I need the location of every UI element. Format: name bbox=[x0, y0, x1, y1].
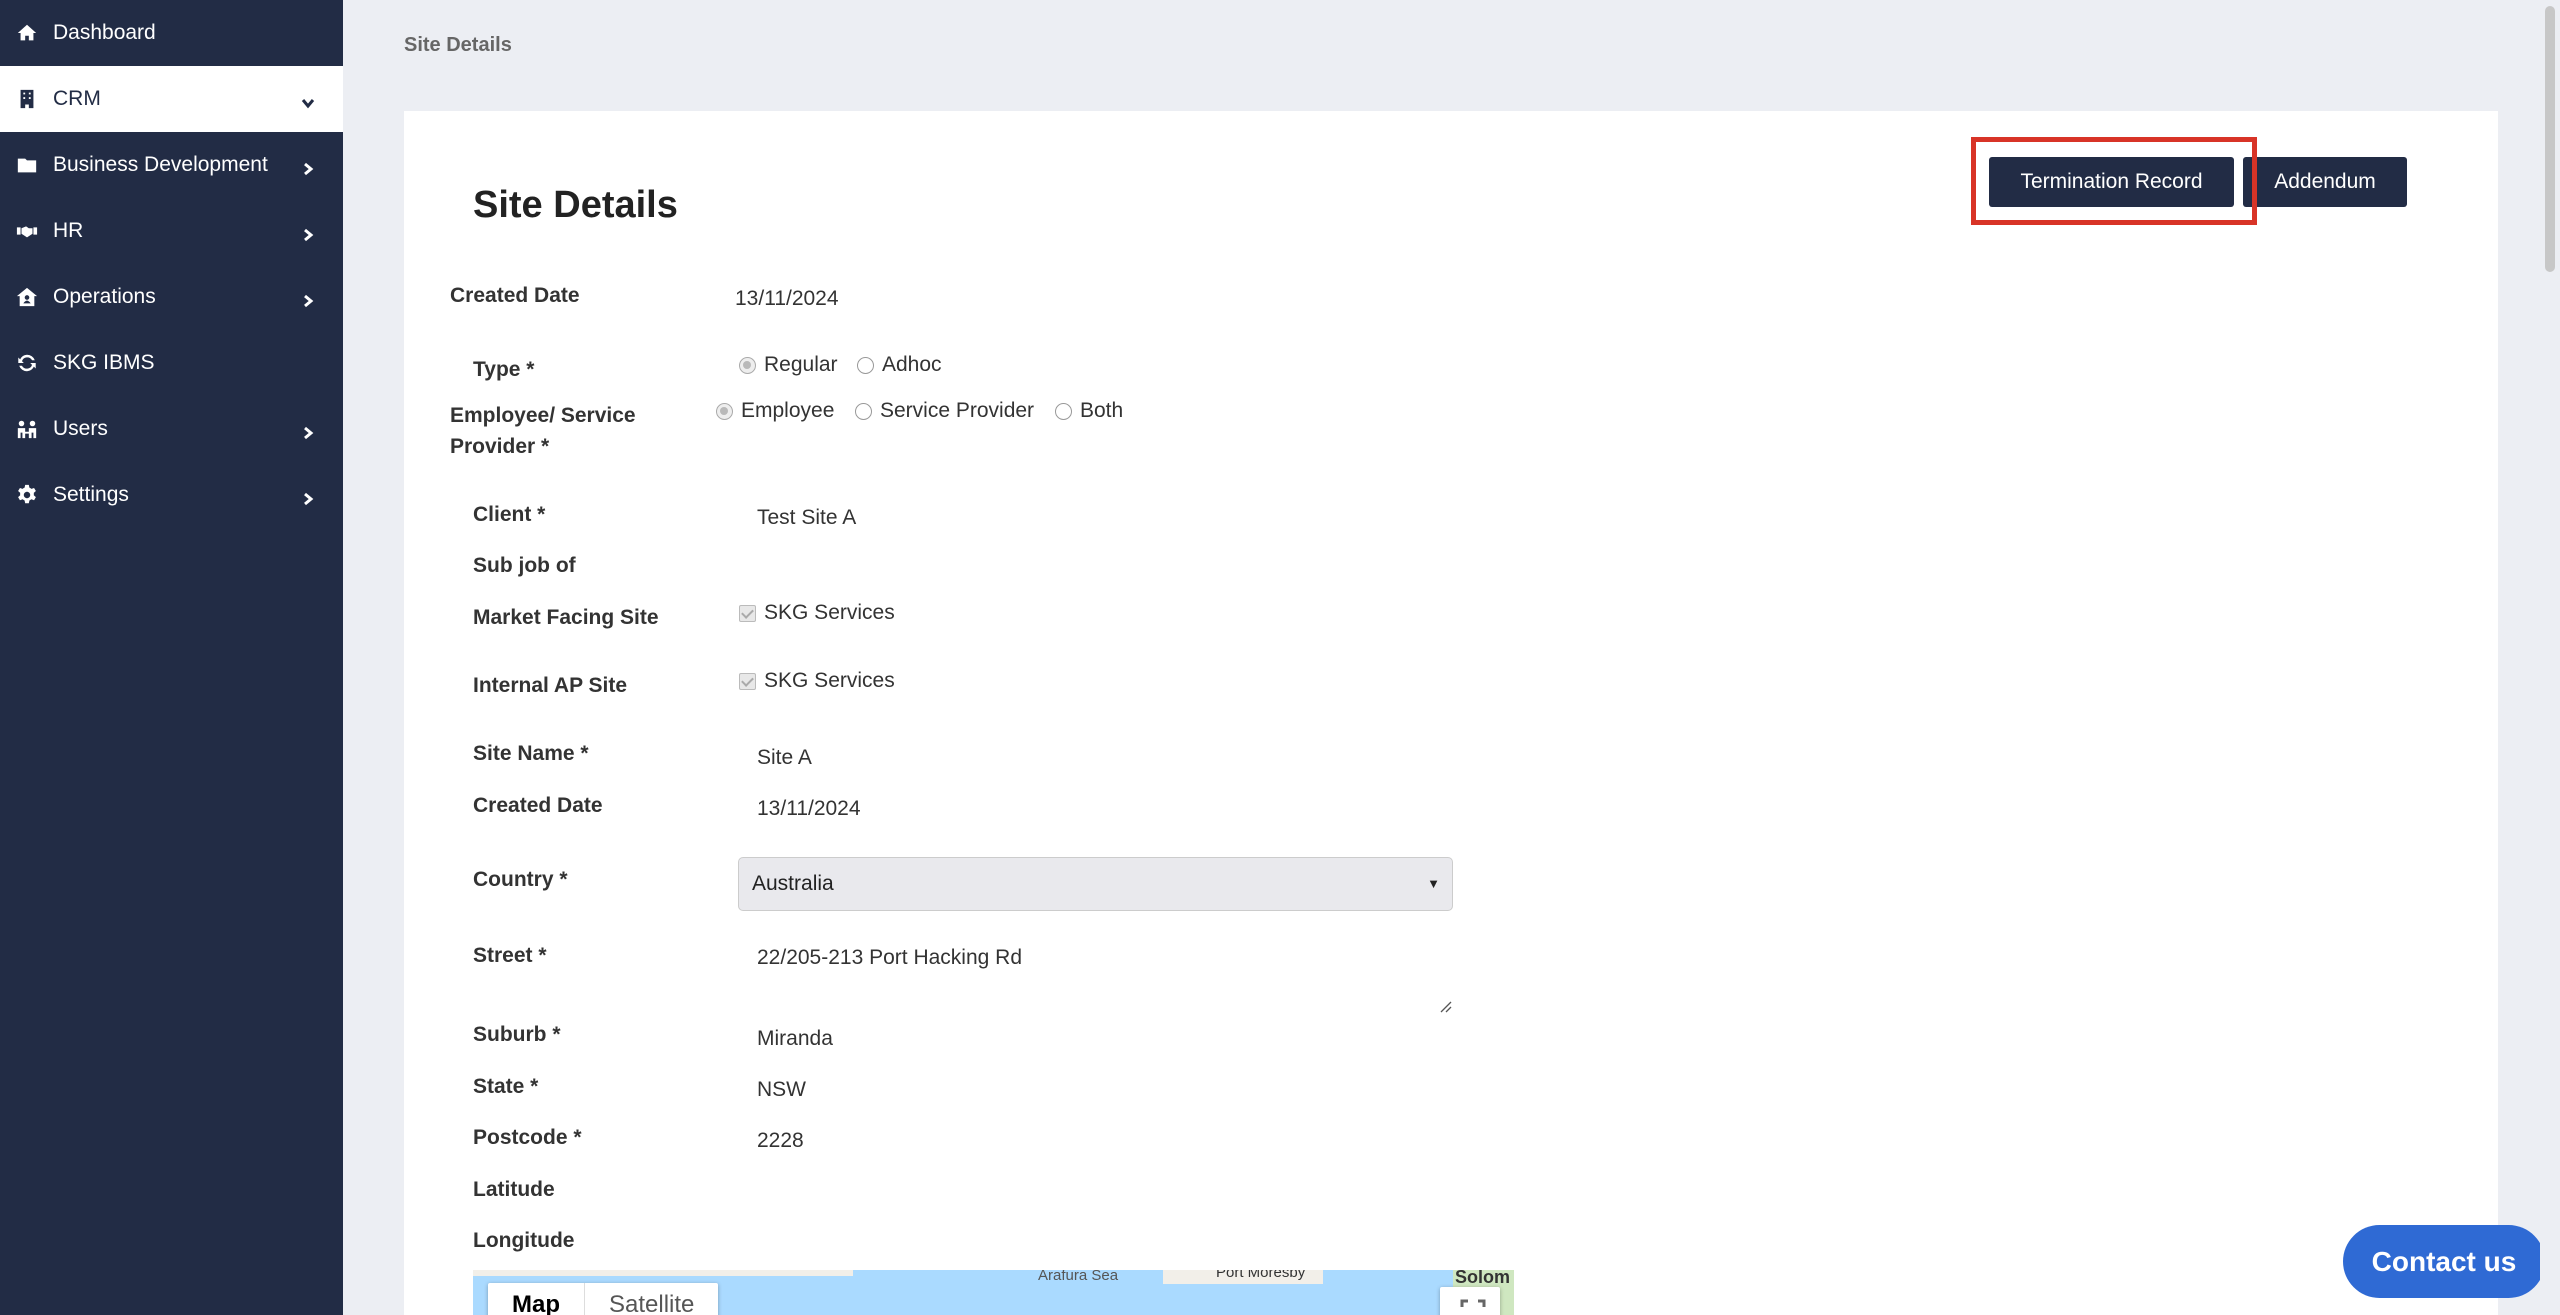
suburb-label: Suburb * bbox=[473, 1023, 561, 1046]
fullscreen-button[interactable] bbox=[1440, 1287, 1500, 1315]
sidebar-item-label: Settings bbox=[53, 483, 129, 506]
dropdown-arrow-icon: ▼ bbox=[1427, 876, 1440, 891]
chevron-right-icon bbox=[301, 422, 315, 440]
radio-label: Regular bbox=[764, 353, 838, 376]
radio-label: Employee bbox=[741, 399, 835, 422]
handshake-icon bbox=[16, 220, 38, 242]
sidebar-item-users[interactable]: Users bbox=[0, 396, 343, 462]
internal-ap-label: Internal AP Site bbox=[473, 674, 628, 697]
resize-handle-icon[interactable] bbox=[1438, 999, 1452, 1013]
addendum-button[interactable]: Addendum bbox=[2243, 157, 2407, 207]
sidebar-item-operations[interactable]: Operations bbox=[0, 264, 343, 330]
state-label: State * bbox=[473, 1075, 539, 1098]
sidebar-item-label: SKG IBMS bbox=[53, 351, 155, 374]
street-textarea[interactable]: 22/205-213 Port Hacking Rd bbox=[738, 936, 1453, 1014]
postcode-label: Postcode * bbox=[473, 1126, 582, 1149]
radio-circle bbox=[1055, 402, 1072, 420]
client-value: Test Site A bbox=[757, 506, 857, 529]
map-label-city: Port Moresby bbox=[1216, 1270, 1306, 1281]
client-label: Client * bbox=[473, 503, 546, 526]
tab-satellite[interactable]: Satellite bbox=[585, 1283, 718, 1315]
both-radio[interactable]: Both bbox=[1055, 399, 1123, 423]
site-details-card bbox=[404, 111, 2498, 1315]
chevron-right-icon bbox=[301, 224, 315, 242]
country-select[interactable]: Australia ▼ bbox=[738, 857, 1453, 911]
radio-circle bbox=[855, 402, 872, 420]
breadcrumb: Site Details bbox=[404, 34, 512, 56]
sidebar-item-dashboard[interactable]: Dashboard bbox=[0, 0, 343, 66]
market-facing-label: Market Facing Site bbox=[473, 606, 659, 629]
type-regular-radio[interactable]: Regular bbox=[739, 353, 838, 377]
suburb-value: Miranda bbox=[757, 1027, 833, 1050]
scrollbar-thumb[interactable] bbox=[2545, 6, 2555, 272]
map-land bbox=[473, 1270, 853, 1276]
employee-radio[interactable]: Employee bbox=[716, 399, 834, 423]
checkbox-box bbox=[739, 672, 756, 690]
sidebar-item-business-development[interactable]: Business Development bbox=[0, 132, 343, 198]
sidebar-item-label: HR bbox=[53, 219, 84, 242]
site-name-label: Site Name * bbox=[473, 742, 589, 765]
sidebar-item-label: Dashboard bbox=[53, 21, 156, 44]
radio-label: Adhoc bbox=[882, 353, 942, 376]
fullscreen-icon bbox=[1460, 1299, 1486, 1307]
sub-job-label: Sub job of bbox=[473, 554, 576, 577]
created-date-value: 13/11/2024 bbox=[735, 287, 839, 310]
longitude-label: Longitude bbox=[473, 1229, 575, 1252]
type-adhoc-radio[interactable]: Adhoc bbox=[857, 353, 942, 377]
house-user-icon bbox=[16, 286, 38, 308]
site-name-value: Site A bbox=[757, 746, 812, 769]
highlight-annotation bbox=[1971, 137, 2257, 225]
sidebar-item-label: CRM bbox=[53, 87, 101, 110]
sidebar-item-label: Business Development bbox=[53, 153, 268, 176]
street-value: 22/205-213 Port Hacking Rd bbox=[757, 946, 1022, 969]
sidebar-item-skg-ibms[interactable]: SKG IBMS bbox=[0, 330, 343, 396]
sidebar-item-label: Users bbox=[53, 417, 108, 440]
created-date-label: Created Date bbox=[473, 794, 603, 817]
street-label: Street * bbox=[473, 944, 547, 967]
chevron-down-icon bbox=[301, 92, 315, 109]
map-type-tabs: Map Satellite bbox=[488, 1283, 719, 1315]
radio-circle bbox=[857, 356, 874, 374]
created-date-label: Created Date bbox=[450, 284, 580, 307]
checkbox-label: SKG Services bbox=[764, 601, 895, 624]
tab-map[interactable]: Map bbox=[488, 1283, 585, 1315]
checkbox-box bbox=[739, 604, 756, 622]
label-line: Provider * bbox=[450, 435, 550, 458]
users-icon bbox=[16, 418, 38, 440]
sidebar-item-crm[interactable]: CRM bbox=[0, 66, 343, 132]
home-icon bbox=[16, 22, 38, 44]
postcode-value: 2228 bbox=[757, 1129, 804, 1152]
service-provider-radio[interactable]: Service Provider bbox=[855, 399, 1034, 423]
state-value: NSW bbox=[757, 1078, 806, 1101]
radio-label: Service Provider bbox=[880, 399, 1035, 422]
label-line: Employee/ Service bbox=[450, 404, 636, 427]
radio-label: Both bbox=[1080, 399, 1124, 422]
sidebar: Dashboard CRM Business Development HR Op… bbox=[0, 0, 343, 1315]
sync-icon bbox=[16, 352, 38, 374]
page-title: Site Details bbox=[473, 184, 678, 226]
country-label: Country * bbox=[473, 868, 568, 891]
type-label: Type * bbox=[473, 358, 535, 381]
market-facing-checkbox[interactable]: SKG Services bbox=[739, 601, 895, 625]
chevron-right-icon bbox=[301, 290, 315, 308]
latitude-label: Latitude bbox=[473, 1178, 555, 1201]
created-date-value: 13/11/2024 bbox=[757, 797, 861, 820]
internal-ap-checkbox[interactable]: SKG Services bbox=[739, 669, 895, 693]
contact-us-button[interactable]: Contact us bbox=[2343, 1225, 2545, 1298]
checkbox-label: SKG Services bbox=[764, 669, 895, 692]
sidebar-item-settings[interactable]: Settings bbox=[0, 462, 343, 528]
location-map[interactable]: Map Satellite Arafura Sea Port Moresby S… bbox=[473, 1270, 1514, 1315]
chevron-right-icon bbox=[301, 158, 315, 176]
sidebar-item-hr[interactable]: HR bbox=[0, 198, 343, 264]
folder-icon bbox=[16, 154, 38, 176]
radio-circle bbox=[739, 356, 756, 374]
sidebar-item-label: Operations bbox=[53, 285, 156, 308]
gear-icon bbox=[16, 484, 38, 506]
map-label-sea: Arafura Sea bbox=[1038, 1270, 1119, 1284]
country-selected-value: Australia bbox=[752, 872, 834, 895]
radio-circle bbox=[716, 402, 733, 420]
employee-service-label: Employee/ Service Provider * bbox=[450, 400, 636, 462]
building-icon bbox=[16, 88, 38, 110]
chevron-right-icon bbox=[301, 488, 315, 506]
